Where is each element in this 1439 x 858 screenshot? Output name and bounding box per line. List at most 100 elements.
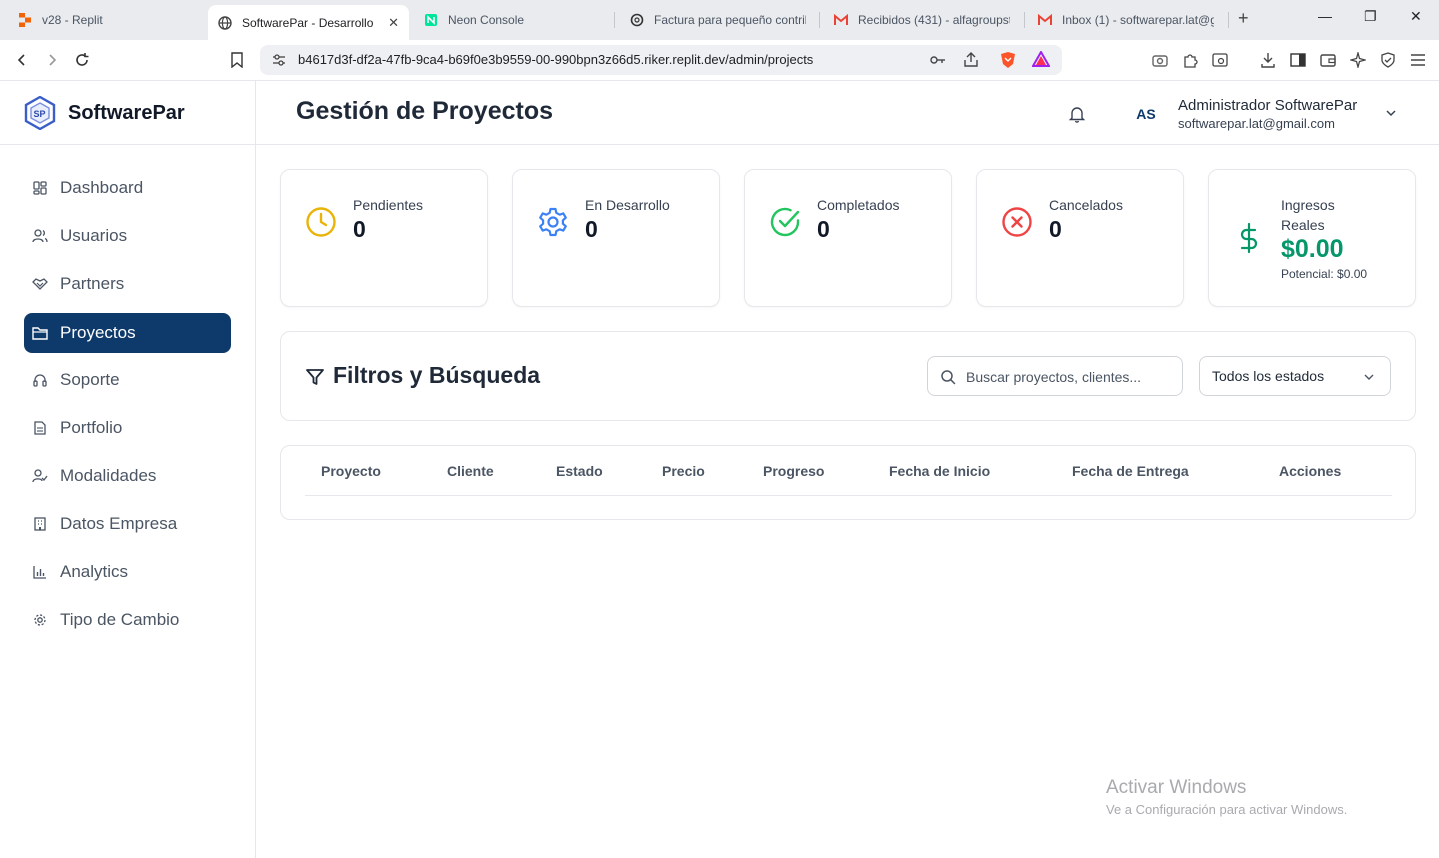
- minimize-window-button[interactable]: —: [1318, 8, 1332, 24]
- table-header-row: Proyecto Cliente Estado Precio Progreso …: [305, 446, 1392, 496]
- stat-card-en-desarrollo: En Desarrollo 0: [512, 169, 720, 307]
- tab-title: Neon Console: [448, 13, 525, 27]
- wallet-icon[interactable]: [1318, 50, 1338, 70]
- sidebar-item-soporte[interactable]: Soporte: [24, 360, 231, 400]
- sidebar-item-label: Datos Empresa: [60, 514, 178, 533]
- status-select[interactable]: Todos los estados: [1199, 356, 1391, 396]
- address-bar[interactable]: b4617d3f-df2a-47fb-9ca4-b69f0e3b9559-00-…: [260, 45, 1062, 75]
- sidebar-item-label: Modalidades: [60, 466, 157, 485]
- sidebar-item-usuarios[interactable]: Usuarios: [24, 216, 231, 256]
- column-header-progreso[interactable]: Progreso: [763, 463, 824, 479]
- sidebar-toggle-icon[interactable]: [1288, 50, 1308, 70]
- brand-name[interactable]: SoftwarePar: [68, 102, 185, 125]
- stat-value: 0: [585, 216, 598, 242]
- sidebar-item-partners[interactable]: Partners: [24, 264, 231, 304]
- softwarepar-logo-icon[interactable]: SP: [24, 95, 56, 131]
- search-input[interactable]: [966, 366, 1176, 388]
- sidebar-item-dashboard[interactable]: Dashboard: [24, 168, 231, 208]
- column-header-proyecto[interactable]: Proyecto: [321, 463, 381, 479]
- sidebar-item-modalidades[interactable]: Modalidades: [24, 456, 231, 496]
- tab-title: v28 - Replit: [42, 13, 103, 27]
- tab-title: Factura para pequeño contrib: [654, 13, 806, 27]
- users-icon: [32, 228, 48, 244]
- close-tab-icon[interactable]: ✕: [388, 15, 399, 31]
- replit-icon: [18, 13, 32, 27]
- headphones-icon: [32, 372, 48, 388]
- vpn-shield-icon[interactable]: [1378, 50, 1398, 70]
- browser-tab-gmail-recibidos[interactable]: Recibidos (431) - alfagroupst: [824, 5, 1020, 35]
- handshake-icon: [32, 276, 48, 292]
- stat-card-cancelados: Cancelados 0: [976, 169, 1184, 307]
- browser-tab-bar: v28 - Replit SoftwarePar - Desarrollo ✕ …: [0, 0, 1439, 40]
- bar-chart-icon: [32, 564, 48, 580]
- clock-icon: [305, 206, 337, 238]
- user-check-icon: [32, 468, 48, 484]
- sidebar-item-tipo-de-cambio[interactable]: Tipo de Cambio: [24, 600, 231, 640]
- browser-tab-replit[interactable]: v28 - Replit: [8, 5, 204, 35]
- sidebar-item-label: Usuarios: [60, 226, 128, 245]
- sidebar-item-label: Dashboard: [60, 178, 144, 197]
- key-icon[interactable]: [930, 53, 946, 72]
- status-select-value: Todos los estados: [1212, 368, 1325, 384]
- user-name[interactable]: Administrador SoftwarePar: [1178, 97, 1357, 114]
- sidebar-item-analytics[interactable]: Analytics: [24, 552, 231, 592]
- forward-icon[interactable]: [42, 50, 62, 70]
- browser-tab-softwarepar[interactable]: SoftwarePar - Desarrollo ✕: [208, 5, 409, 40]
- stat-label: En Desarrollo: [585, 197, 670, 213]
- check-circle-icon: [769, 206, 801, 238]
- filters-title: Filtros y Búsqueda: [333, 362, 541, 388]
- windows-activation-title: Activar Windows: [1106, 777, 1247, 798]
- column-header-fecha-inicio[interactable]: Fecha de Inicio: [889, 463, 990, 479]
- tab-divider: [1024, 12, 1025, 28]
- reader-icon[interactable]: [1210, 50, 1230, 70]
- x-circle-icon: [1001, 206, 1033, 238]
- globe-icon: [218, 15, 232, 30]
- column-header-estado[interactable]: Estado: [556, 463, 603, 479]
- browser-tab-neon[interactable]: Neon Console: [414, 5, 610, 35]
- brave-rewards-icon[interactable]: [1031, 49, 1051, 72]
- share-icon[interactable]: [963, 52, 979, 73]
- sidebar-item-label: Soporte: [60, 370, 120, 389]
- site-settings-icon[interactable]: [272, 53, 286, 72]
- chevron-down-icon[interactable]: [1384, 106, 1398, 120]
- sidebar-item-proyectos[interactable]: Proyectos: [24, 313, 231, 353]
- stat-label: Cancelados: [1049, 197, 1123, 213]
- menu-icon[interactable]: [1408, 50, 1428, 70]
- url-text: b4617d3f-df2a-47fb-9ca4-b69f0e3b9559-00-…: [298, 52, 814, 67]
- back-icon[interactable]: [12, 50, 32, 70]
- sidebar-item-label: Analytics: [60, 562, 129, 581]
- column-header-fecha-entrega[interactable]: Fecha de Entrega: [1072, 463, 1189, 479]
- stat-value: $0.00: [1281, 235, 1344, 263]
- close-window-button[interactable]: ✕: [1410, 8, 1422, 25]
- brave-shield-icon[interactable]: [1000, 51, 1016, 74]
- stat-value: 0: [817, 216, 830, 242]
- stat-subtext: Potencial: $0.00: [1281, 267, 1368, 281]
- page-title: Gestión de Proyectos: [296, 97, 554, 125]
- restore-window-button[interactable]: ❐: [1364, 8, 1377, 25]
- ai-sparkle-icon[interactable]: [1348, 50, 1368, 70]
- browser-tab-chatgpt[interactable]: Factura para pequeño contrib: [620, 5, 816, 35]
- camera-icon[interactable]: [1150, 50, 1170, 70]
- sidebar-item-portfolio[interactable]: Portfolio: [24, 408, 231, 448]
- dashboard-icon: [32, 180, 48, 196]
- stat-card-completados: Completados 0: [744, 169, 952, 307]
- avatar[interactable]: AS: [1132, 103, 1160, 125]
- gmail-icon: [1038, 13, 1052, 27]
- new-tab-button[interactable]: +: [1238, 8, 1249, 29]
- stat-value: 0: [1049, 216, 1062, 242]
- extensions-icon[interactable]: [1180, 50, 1200, 70]
- search-box[interactable]: [927, 356, 1183, 396]
- sidebar-item-label: Proyectos: [60, 323, 136, 342]
- projects-table: Proyecto Cliente Estado Precio Progreso …: [280, 445, 1416, 520]
- tab-title: Recibidos (431) - alfagroupst: [858, 13, 1010, 27]
- bookmark-icon[interactable]: [227, 50, 247, 70]
- bell-icon[interactable]: [1068, 105, 1086, 123]
- column-header-cliente[interactable]: Cliente: [447, 463, 494, 479]
- stat-label: Ingresos Reales: [1281, 197, 1335, 233]
- folder-icon: [32, 325, 48, 341]
- sidebar-item-datos-empresa[interactable]: Datos Empresa: [24, 504, 231, 544]
- browser-tab-gmail-inbox[interactable]: Inbox (1) - softwarepar.lat@g: [1028, 5, 1224, 35]
- download-icon[interactable]: [1258, 50, 1278, 70]
- reload-icon[interactable]: [72, 50, 92, 70]
- column-header-precio[interactable]: Precio: [662, 463, 705, 479]
